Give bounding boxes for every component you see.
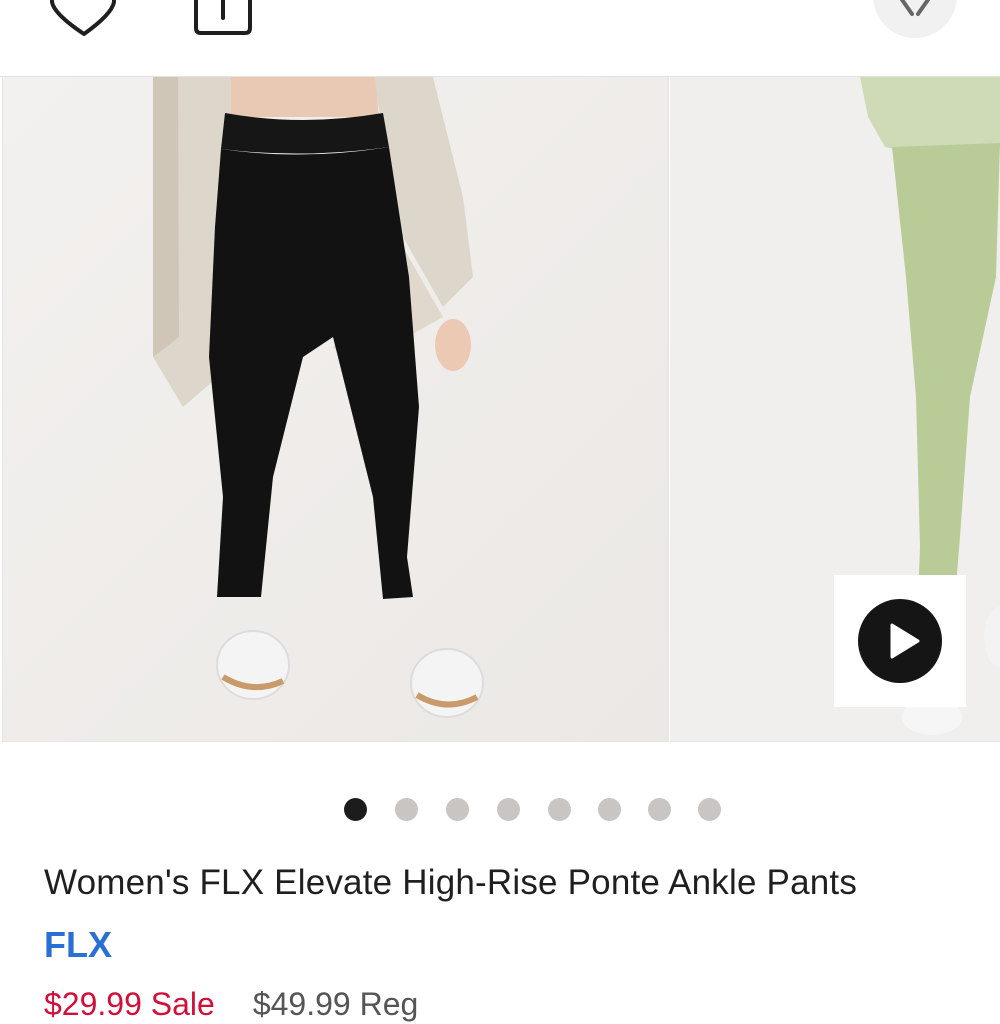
close-icon[interactable]: [872, 0, 958, 40]
carousel-dot-1[interactable]: [344, 798, 367, 821]
product-image-black-leggings[interactable]: [2, 77, 669, 742]
sale-price: $29.99 Sale: [44, 986, 215, 1022]
carousel-dot-4[interactable]: [497, 798, 520, 821]
carousel-dot-7[interactable]: [648, 798, 671, 821]
carousel-pagination: [0, 798, 1000, 822]
share-icon[interactable]: [192, 0, 254, 36]
play-video-button[interactable]: [834, 575, 966, 707]
top-bar: [0, 0, 1000, 76]
price-row: $29.99 Sale $49.99 Reg: [44, 984, 418, 1024]
carousel-dot-6[interactable]: [598, 798, 621, 821]
carousel-dot-3[interactable]: [446, 798, 469, 821]
carousel-dot-8[interactable]: [698, 798, 721, 821]
brand-link[interactable]: FLX: [44, 923, 112, 967]
product-image-carousel[interactable]: [0, 76, 1000, 743]
product-title: Women's FLX Elevate High-Rise Ponte Ankl…: [44, 863, 858, 902]
heart-outline-icon[interactable]: [50, 0, 118, 36]
play-icon: [858, 599, 942, 683]
carousel-dot-5[interactable]: [548, 798, 571, 821]
regular-price: $49.99 Reg: [252, 986, 419, 1022]
carousel-dot-2[interactable]: [395, 798, 418, 821]
